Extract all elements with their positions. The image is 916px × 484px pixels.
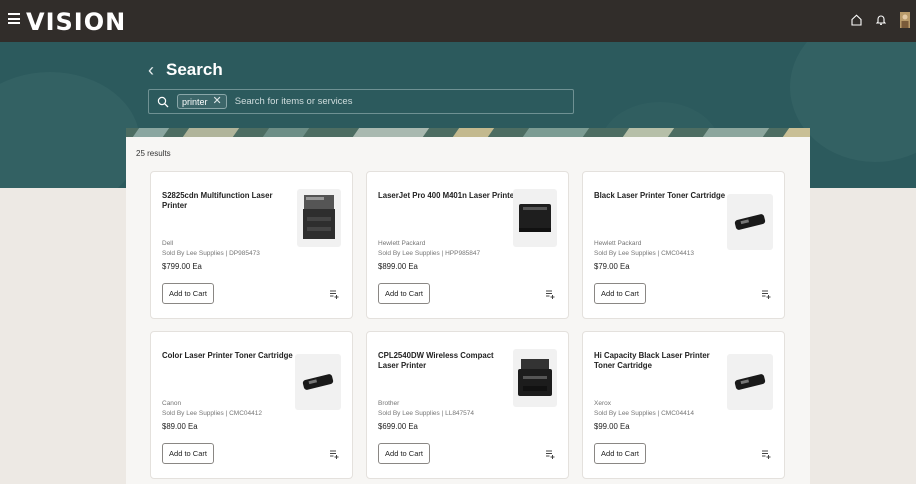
search-chip[interactable]: printer ✕ [177, 94, 227, 109]
add-to-cart-button[interactable]: Add to Cart [594, 283, 646, 304]
results-panel: 25 results S2825cdn Multifunction Laser … [126, 137, 810, 484]
product-card[interactable]: Color Laser Printer Toner Cartridge Cano… [150, 331, 353, 479]
product-image[interactable] [727, 354, 773, 410]
product-image[interactable] [297, 189, 341, 247]
add-to-list-icon[interactable] [545, 289, 555, 299]
product-price: $799.00 Ea [162, 262, 202, 271]
product-image[interactable] [295, 354, 341, 410]
toner-cartridge-image [734, 214, 766, 230]
product-title[interactable]: Hi Capacity Black Laser Printer Toner Ca… [594, 351, 724, 371]
decorative-strip [126, 128, 810, 137]
add-to-cart-button[interactable]: Add to Cart [162, 283, 214, 304]
product-seller: Sold By Lee Supplies | LL847574 [378, 410, 475, 417]
search-chip-label: printer [182, 96, 208, 107]
product-card[interactable]: CPL2540DW Wireless Compact Laser Printer… [366, 331, 569, 479]
menu-icon[interactable] [8, 13, 20, 25]
page-title: Search [166, 60, 223, 79]
product-card[interactable]: S2825cdn Multifunction Laser Printer Del… [150, 171, 353, 319]
product-price: $899.00 Ea [378, 262, 418, 271]
add-to-cart-button[interactable]: Add to Cart [162, 443, 214, 464]
product-seller: Sold By Lee Supplies | HPP985847 [378, 250, 481, 257]
add-to-cart-button[interactable]: Add to Cart [594, 443, 646, 464]
add-to-list-icon[interactable] [761, 449, 771, 459]
home-icon[interactable] [851, 14, 862, 26]
product-seller: Sold By Lee Supplies | DP985473 [162, 250, 260, 257]
top-icons [851, 12, 910, 28]
bell-icon[interactable] [876, 14, 886, 26]
add-to-cart-button[interactable]: Add to Cart [378, 283, 430, 304]
laser-printer-image [519, 204, 551, 232]
product-seller: Sold By Lee Supplies | CMC04413 [594, 250, 694, 257]
product-brand: Dell [162, 240, 174, 247]
compact-printer-image [518, 359, 552, 396]
add-to-list-icon[interactable] [545, 449, 555, 459]
product-title[interactable]: LaserJet Pro 400 M401n Laser Printer [378, 191, 518, 201]
product-price: $79.00 Ea [594, 262, 630, 271]
add-to-cart-button[interactable]: Add to Cart [378, 443, 430, 464]
product-seller: Sold By Lee Supplies | CMC04414 [594, 410, 694, 417]
add-to-list-icon[interactable] [329, 449, 339, 459]
product-card[interactable]: LaserJet Pro 400 M401n Laser Printer Hew… [366, 171, 569, 319]
product-seller: Sold By Lee Supplies | CMC04412 [162, 410, 262, 417]
user-avatar[interactable] [900, 12, 910, 28]
brand-logo: VISION [26, 8, 127, 36]
product-brand: Canon [162, 400, 182, 407]
chip-remove-icon[interactable]: ✕ [213, 96, 222, 107]
product-title[interactable]: Black Laser Printer Toner Cartridge [594, 191, 734, 201]
top-bar: VISION [0, 0, 916, 42]
back-chevron-icon[interactable]: ‹ [148, 61, 154, 79]
toner-cartridge-image [734, 374, 766, 390]
results-count: 25 results [136, 149, 171, 158]
search-icon [157, 96, 169, 107]
product-image[interactable] [513, 189, 557, 247]
product-image[interactable] [727, 194, 773, 250]
product-price: $99.00 Ea [594, 422, 630, 431]
add-to-list-icon[interactable] [329, 289, 339, 299]
product-brand: Hewlett Packard [594, 240, 642, 247]
product-price: $89.00 Ea [162, 422, 198, 431]
product-brand: Hewlett Packard [378, 240, 426, 247]
product-card[interactable]: Black Laser Printer Toner Cartridge Hewl… [582, 171, 785, 319]
product-card[interactable]: Hi Capacity Black Laser Printer Toner Ca… [582, 331, 785, 479]
search-input[interactable] [234, 96, 475, 107]
toner-cartridge-image [302, 374, 334, 390]
product-title[interactable]: S2825cdn Multifunction Laser Printer [162, 191, 282, 211]
product-brand: Brother [378, 400, 400, 407]
product-price: $699.00 Ea [378, 422, 418, 431]
product-brand: Xerox [594, 400, 611, 407]
search-bar[interactable]: printer ✕ [148, 89, 574, 114]
product-image[interactable] [513, 349, 557, 407]
product-title[interactable]: Color Laser Printer Toner Cartridge [162, 351, 302, 361]
add-to-list-icon[interactable] [761, 289, 771, 299]
multifunction-printer-image [303, 195, 335, 239]
product-title[interactable]: CPL2540DW Wireless Compact Laser Printer [378, 351, 513, 371]
search-header: ‹ Search [148, 60, 223, 80]
